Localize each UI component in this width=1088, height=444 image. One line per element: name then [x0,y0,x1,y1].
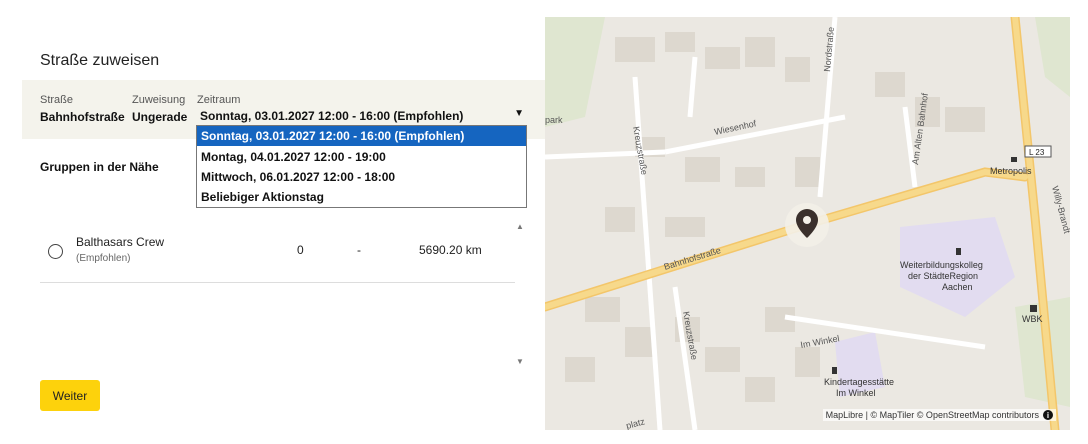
map-label: park [545,115,563,125]
scroll-down-arrow-icon[interactable]: ▼ [516,357,524,366]
map-attribution: MapLibre | © MapTiler © OpenStreetMap co… [822,409,1056,421]
map-label: Kindertagesstätte [824,377,894,387]
assignment-label: Zuweisung [132,94,186,106]
group-name: Balthasars Crew [76,235,165,249]
period-label: Zeitraum [197,94,241,106]
info-icon[interactable]: i [1043,410,1053,420]
next-button[interactable]: Weiter [40,380,100,411]
map-label: Metropolis [990,166,1032,176]
assignment-panel: Straße zuweisen Straße Bahnhofstraße Zuw… [0,0,545,444]
period-option[interactable]: Sonntag, 03.01.2027 12:00 - 16:00 (Empfo… [197,126,526,146]
list-divider [40,282,515,283]
chevron-down-icon: ▼ [514,108,524,119]
map-label: der StädteRegion [908,271,978,281]
map-label: WBK [1022,314,1043,324]
assign-street-dialog: Straße zuweisen Straße Bahnhofstraße Zuw… [0,0,1088,444]
map-label: Weiterbildungskolleg [900,260,983,270]
dialog-title: Straße zuweisen [40,52,160,69]
map-canvas: Nordstraße Kreuzstraße Kreuzstraße Wiese… [545,17,1070,430]
map-label: Im Winkel [836,388,876,398]
attribution-text: MapLibre | © MapTiler © OpenStreetMap co… [825,410,1039,420]
street-value: Bahnhofstraße [40,110,125,124]
period-option[interactable]: Montag, 04.01.2027 12:00 - 19:00 [197,147,526,167]
group-note: (Empfohlen) [76,253,131,264]
period-option[interactable]: Beliebiger Aktionstag [197,187,526,207]
period-select[interactable]: Sonntag, 03.01.2027 12:00 - 16:00 (Empfo… [197,107,528,125]
group-count: 0 [297,243,304,257]
group-distance: 5690.20 km [419,243,482,257]
map-label: Aachen [942,282,973,292]
nearby-groups-heading: Gruppen in der Nähe [40,160,159,174]
period-dropdown: Sonntag, 03.01.2027 12:00 - 16:00 (Empfo… [196,125,527,208]
period-option[interactable]: Mittwoch, 06.01.2027 12:00 - 18:00 [197,167,526,187]
scroll-up-arrow-icon[interactable]: ▲ [516,222,524,231]
group-radio[interactable] [48,244,63,259]
street-label: Straße [40,94,74,106]
group-list-item[interactable]: Balthasars Crew (Empfohlen) 0 - 5690.20 … [40,220,515,282]
group-dash: - [357,243,361,257]
period-select-value: Sonntag, 03.01.2027 12:00 - 16:00 (Empfo… [200,109,464,123]
map-view[interactable]: Nordstraße Kreuzstraße Kreuzstraße Wiese… [545,17,1070,430]
map-label: L 23 [1029,148,1045,157]
assignment-value: Ungerade [132,110,188,124]
